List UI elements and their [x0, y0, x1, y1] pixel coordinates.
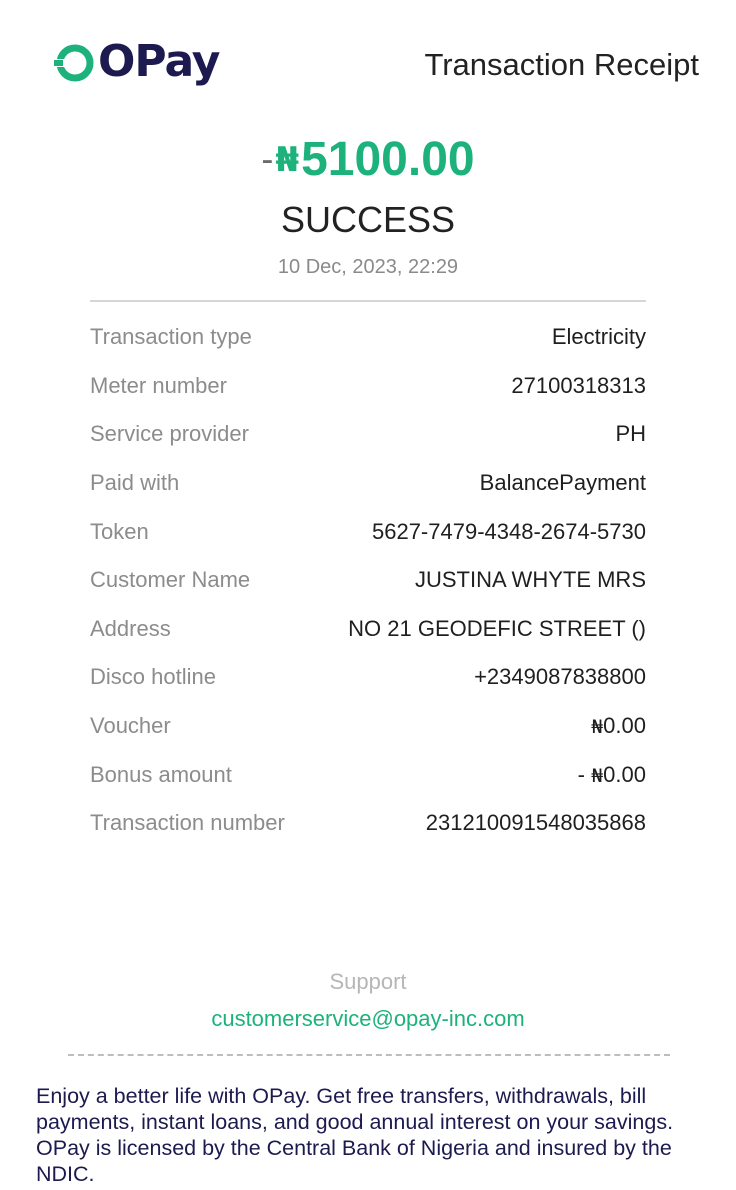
detail-label: Transaction type [90, 324, 252, 350]
bonus-sign: - [577, 761, 592, 787]
detail-row-voucher: Voucher ₦0.00 [90, 702, 646, 751]
opay-logo: OPay [54, 38, 220, 88]
opay-logo-text: OPay [98, 36, 220, 87]
currency-symbol: ₦ [591, 764, 604, 787]
detail-value: ₦0.00 [591, 713, 646, 739]
divider [90, 300, 646, 302]
detail-label: Token [90, 518, 149, 544]
detail-label: Transaction number [90, 810, 285, 836]
detail-row-service-provider: Service provider PH [90, 410, 646, 459]
detail-row-address: Address NO 21 GEODEFIC STREET () [90, 605, 646, 654]
detail-value: NO 21 GEODEFIC STREET () [348, 615, 646, 641]
dashed-divider [68, 1054, 670, 1056]
page-title: Transaction Receipt [424, 47, 699, 82]
detail-label: Meter number [90, 372, 227, 398]
amount-value: 5100.00 [301, 133, 475, 186]
detail-label: Service provider [90, 421, 249, 447]
detail-row-customer-name: Customer Name JUSTINA WHYTE MRS [90, 556, 646, 605]
detail-value: BalancePayment [479, 470, 646, 496]
detail-row-transaction-number: Transaction number 231210091548035868 [90, 799, 646, 848]
amount-sign: - [261, 138, 274, 179]
details-list: Transaction type Electricity Meter numbe… [90, 313, 646, 848]
detail-row-bonus-amount: Bonus amount - ₦0.00 [90, 750, 646, 799]
detail-label: Paid with [90, 470, 180, 496]
detail-value: 231210091548035868 [425, 810, 646, 836]
bonus-amount: 0.00 [603, 761, 646, 787]
detail-row-transaction-type: Transaction type Electricity [90, 313, 646, 362]
transaction-datetime: 10 Dec, 2023, 22:29 [277, 256, 459, 278]
detail-label: Bonus amount [90, 761, 232, 787]
detail-value: 5627-7479-4348-2674-5730 [371, 518, 646, 544]
transaction-amount: -₦5100.00 [0, 130, 736, 200]
detail-value: - ₦0.00 [578, 762, 646, 788]
detail-label: Customer Name [90, 567, 251, 593]
detail-value: JUSTINA WHYTE MRS [414, 567, 646, 593]
support-label: Support [329, 969, 407, 994]
footer-text: Enjoy a better life with OPay. Get free … [36, 1084, 674, 1186]
detail-row-paid-with: Paid with BalancePayment [90, 459, 646, 508]
detail-label: Disco hotline [90, 664, 216, 690]
detail-value: Electricity [551, 324, 646, 350]
support-email-link[interactable]: customerservice@opay-inc.com [0, 1005, 736, 1033]
detail-row-token: Token 5627-7479-4348-2674-5730 [90, 507, 646, 556]
currency-symbol: ₦ [275, 140, 300, 180]
detail-value: 27100318313 [511, 372, 646, 398]
detail-value: +2349087838800 [474, 664, 646, 690]
detail-value: PH [615, 421, 646, 447]
status-text: SUCCESS [280, 199, 456, 240]
currency-symbol: ₦ [591, 716, 604, 739]
voucher-amount: 0.00 [603, 713, 646, 739]
detail-row-disco-hotline: Disco hotline +2349087838800 [90, 653, 646, 702]
detail-row-meter-number: Meter number 27100318313 [90, 362, 646, 411]
opay-logo-mark [54, 42, 96, 84]
detail-label: Address [90, 615, 171, 641]
detail-label: Voucher [90, 713, 171, 739]
